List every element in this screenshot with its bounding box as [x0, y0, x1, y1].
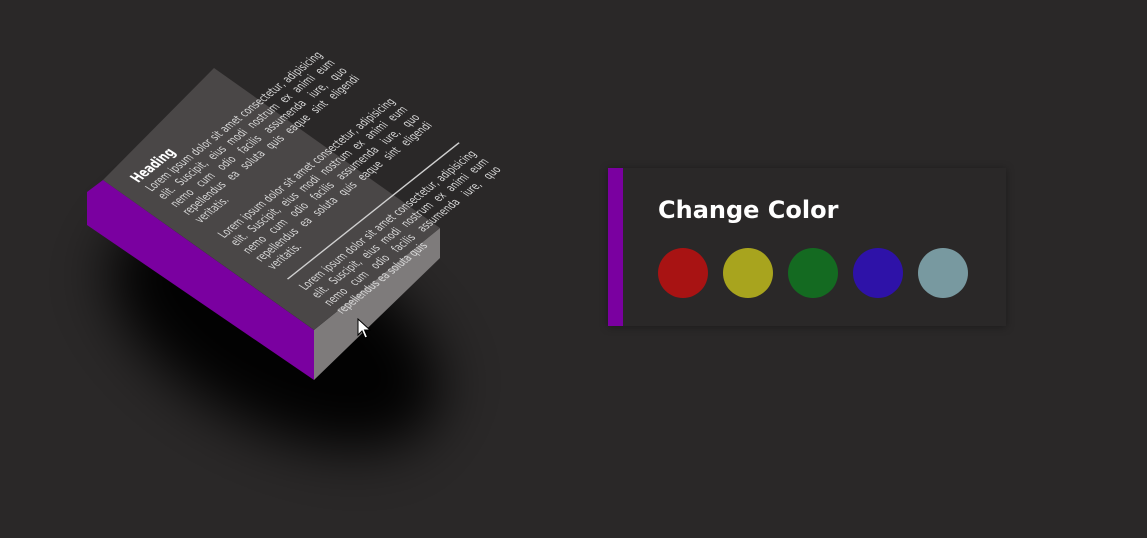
- swatch-green[interactable]: [788, 248, 838, 298]
- swatch-red[interactable]: [658, 248, 708, 298]
- stage: Heading Lorem ipsum dolor sit amet conse…: [0, 0, 1147, 538]
- cursor-arrow-icon: [357, 318, 371, 339]
- swatch-indigo[interactable]: [853, 248, 903, 298]
- panel-title: Change Color: [658, 196, 839, 224]
- color-panel: Change Color: [608, 168, 1006, 326]
- swatch-row: [658, 248, 968, 298]
- swatch-slate[interactable]: [918, 248, 968, 298]
- panel-accent-bar: [608, 168, 623, 326]
- swatch-olive[interactable]: [723, 248, 773, 298]
